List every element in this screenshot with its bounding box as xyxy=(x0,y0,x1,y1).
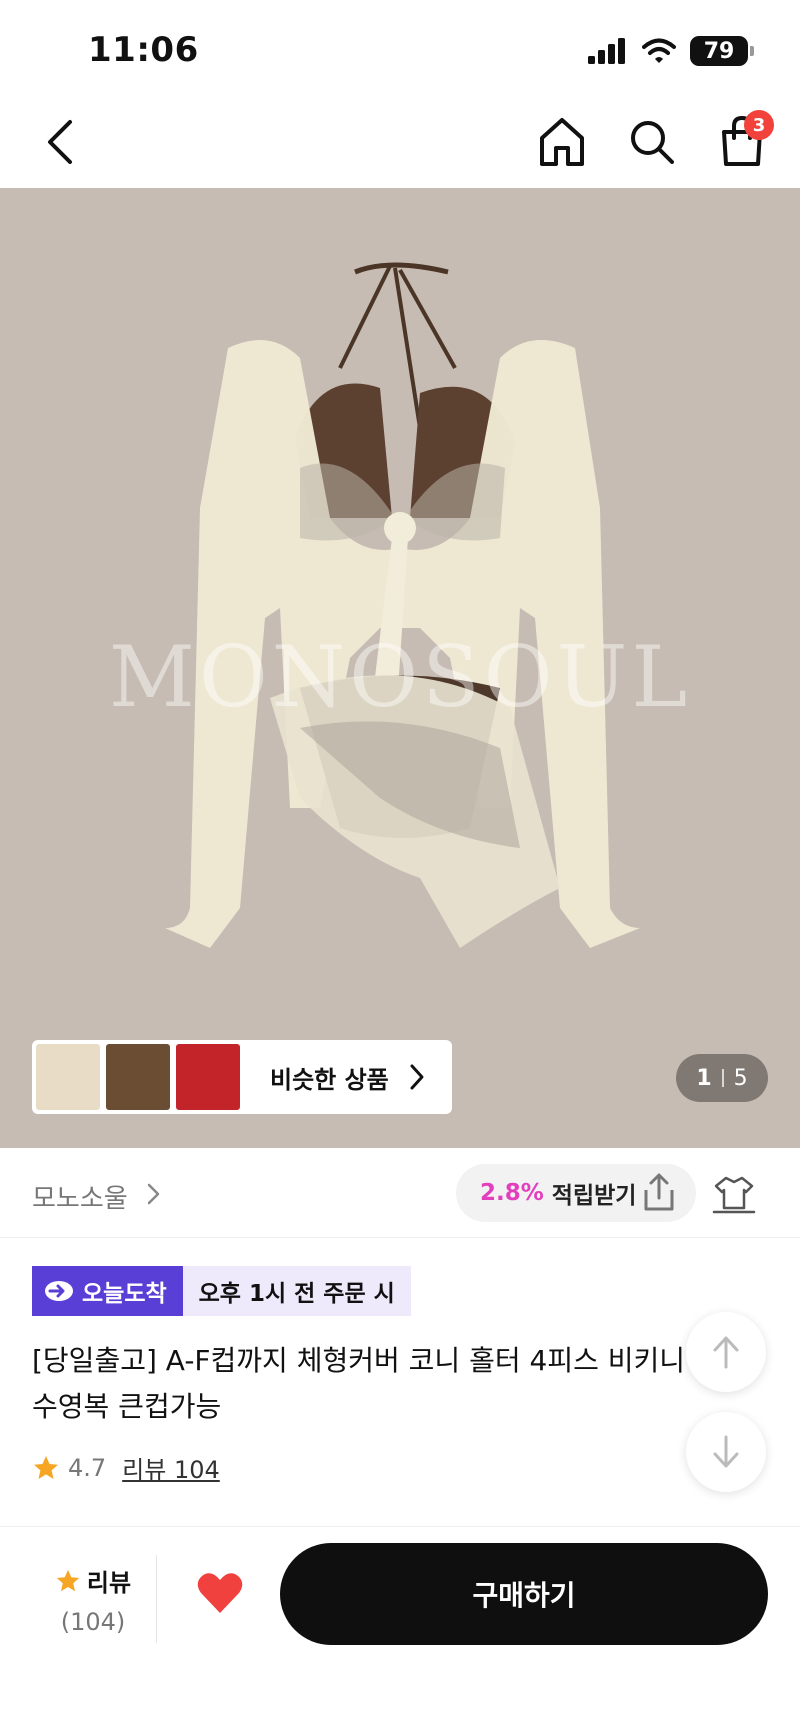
arrow-down-icon xyxy=(713,1435,739,1468)
nav-bar xyxy=(0,96,800,188)
chevron-right-icon[interactable] xyxy=(146,1182,162,1206)
brand-watermark: MONOSOUL xyxy=(108,628,692,726)
review-count-link[interactable]: 리뷰 104 xyxy=(122,1450,220,1485)
chevron-right-icon xyxy=(410,1064,424,1090)
similar-thumbnail xyxy=(36,1044,100,1110)
search-icon[interactable] xyxy=(626,114,678,170)
arrow-up-icon xyxy=(713,1336,739,1369)
review-label: 리뷰 xyxy=(86,1569,132,1597)
scroll-to-top-button[interactable] xyxy=(686,1312,766,1392)
reward-rate: 2.8% xyxy=(480,1180,544,1206)
clothes-fitting-icon[interactable] xyxy=(712,1174,756,1214)
star-icon xyxy=(34,1455,58,1479)
brand-row: 모노소울 2.8% 적립받기 xyxy=(0,1148,800,1238)
similar-thumbnail xyxy=(106,1044,170,1110)
similar-thumbnail xyxy=(176,1044,240,1110)
product-title: [당일출고] A-F컵까지 체형커버 코니 홀터 4피스 비키니 수영복 큰컵가… xyxy=(32,1344,686,1423)
review-summary-button[interactable]: 리뷰 (104) xyxy=(38,1563,148,1636)
today-delivery-badge: 오늘도착 xyxy=(32,1266,183,1316)
heart-icon[interactable] xyxy=(196,1571,244,1615)
image-pager: 1 5 xyxy=(676,1054,768,1102)
pager-total: 5 xyxy=(733,1065,748,1091)
divider xyxy=(156,1555,157,1643)
cart-count-badge: 3 xyxy=(744,110,774,140)
delivery-tag: 오늘도착 오후 1시 전 주문 시 xyxy=(32,1266,411,1316)
brand-name-link[interactable]: 모노소울 xyxy=(32,1178,128,1215)
pager-separator xyxy=(721,1069,724,1087)
reward-label: 적립받기 xyxy=(551,1183,637,1209)
rating-score: 4.7 xyxy=(68,1453,107,1482)
back-arrow-icon[interactable] xyxy=(36,116,88,168)
pager-current: 1 xyxy=(696,1065,712,1091)
rating-row: 4.7 리뷰 104 xyxy=(32,1450,220,1485)
buy-button[interactable]: 구매하기 xyxy=(280,1543,768,1645)
cellular-signal-icon xyxy=(588,38,625,64)
share-icon[interactable] xyxy=(640,1172,678,1212)
status-time: 11:06 xyxy=(88,30,199,70)
status-bar: 11:06 79 xyxy=(0,0,800,96)
bottom-action-bar: 리뷰 (104) 구매하기 xyxy=(0,1526,800,1732)
status-icons: 79 xyxy=(588,36,754,66)
product-image[interactable]: MONOSOUL xyxy=(0,188,800,1148)
battery-icon: 79 xyxy=(690,36,754,66)
wifi-icon xyxy=(642,38,676,63)
fast-delivery-icon xyxy=(45,1281,73,1301)
delivery-condition: 오후 1시 전 주문 시 xyxy=(182,1266,411,1316)
scroll-to-bottom-button[interactable] xyxy=(686,1412,766,1492)
similar-products-button[interactable]: 비슷한 상품 xyxy=(32,1040,452,1114)
similar-products-label: 비슷한 상품 xyxy=(270,1065,389,1094)
delivery-badge-label: 오늘도착 xyxy=(82,1281,167,1307)
home-icon[interactable] xyxy=(536,114,588,170)
review-count: (104) xyxy=(60,1608,126,1636)
battery-level: 79 xyxy=(703,38,735,64)
star-icon xyxy=(56,1569,80,1591)
